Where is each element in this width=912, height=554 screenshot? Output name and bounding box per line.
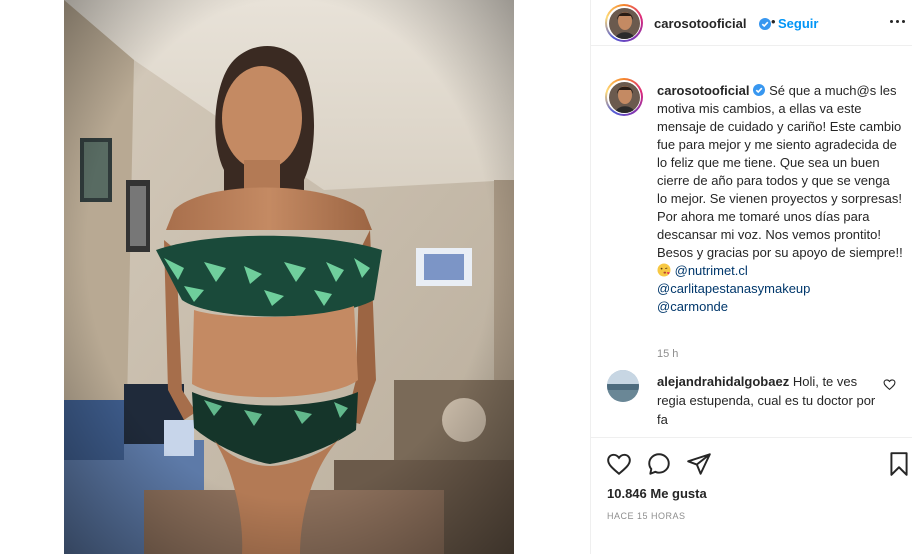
mention-link[interactable]: @carlitapestanasymakeup — [657, 281, 810, 296]
kiss-emoji-icon — [657, 263, 671, 277]
post-image — [64, 0, 514, 554]
comment-text-block: alejandrahidalgobaez Holi, te ves regia … — [657, 372, 881, 429]
verified-badge-icon — [759, 17, 771, 30]
follow-button[interactable]: Seguir — [778, 16, 818, 31]
like-heart-icon[interactable] — [606, 451, 632, 477]
author-username[interactable]: carosotooficial — [654, 16, 746, 31]
save-bookmark-icon[interactable] — [886, 451, 912, 477]
mention-link[interactable]: @nutrimet.cl — [675, 263, 748, 278]
post-panel: carosotooficial • Seguir carosotooficial… — [590, 0, 912, 554]
caption-author-avatar[interactable] — [605, 78, 643, 116]
verified-badge-icon — [753, 83, 766, 96]
more-options-icon[interactable] — [889, 14, 907, 28]
avatar-photo — [608, 81, 640, 113]
separator-dot: • — [771, 14, 776, 29]
actions-bar: 10.846 Me gusta HACE 15 HORAS — [591, 437, 912, 554]
avatar-photo — [607, 370, 639, 402]
like-comment-heart-icon[interactable] — [883, 378, 897, 392]
comment-bubble-icon[interactable] — [646, 451, 672, 477]
likes-count[interactable]: 10.846 Me gusta — [607, 486, 707, 501]
post-photo[interactable] — [64, 0, 514, 554]
post-header: carosotooficial • Seguir — [591, 0, 912, 46]
caption-body: Sé que a much@s les motiva mis cambios, … — [657, 83, 903, 260]
caption-timestamp[interactable]: 15 h — [657, 348, 678, 360]
mention-link[interactable]: @carmonde — [657, 299, 728, 314]
caption-author-username[interactable]: carosotooficial — [657, 83, 749, 98]
page-margin — [0, 0, 64, 554]
author-avatar[interactable] — [605, 4, 643, 42]
share-paper-plane-icon[interactable] — [686, 451, 712, 477]
caption-text-block: carosotooficial Sé que a much@s les moti… — [657, 82, 903, 316]
post-time-ago[interactable]: HACE 15 HORAS — [607, 511, 686, 521]
commenter-avatar[interactable] — [607, 370, 639, 402]
avatar-photo — [608, 7, 640, 39]
commenter-username[interactable]: alejandrahidalgobaez — [657, 374, 789, 389]
